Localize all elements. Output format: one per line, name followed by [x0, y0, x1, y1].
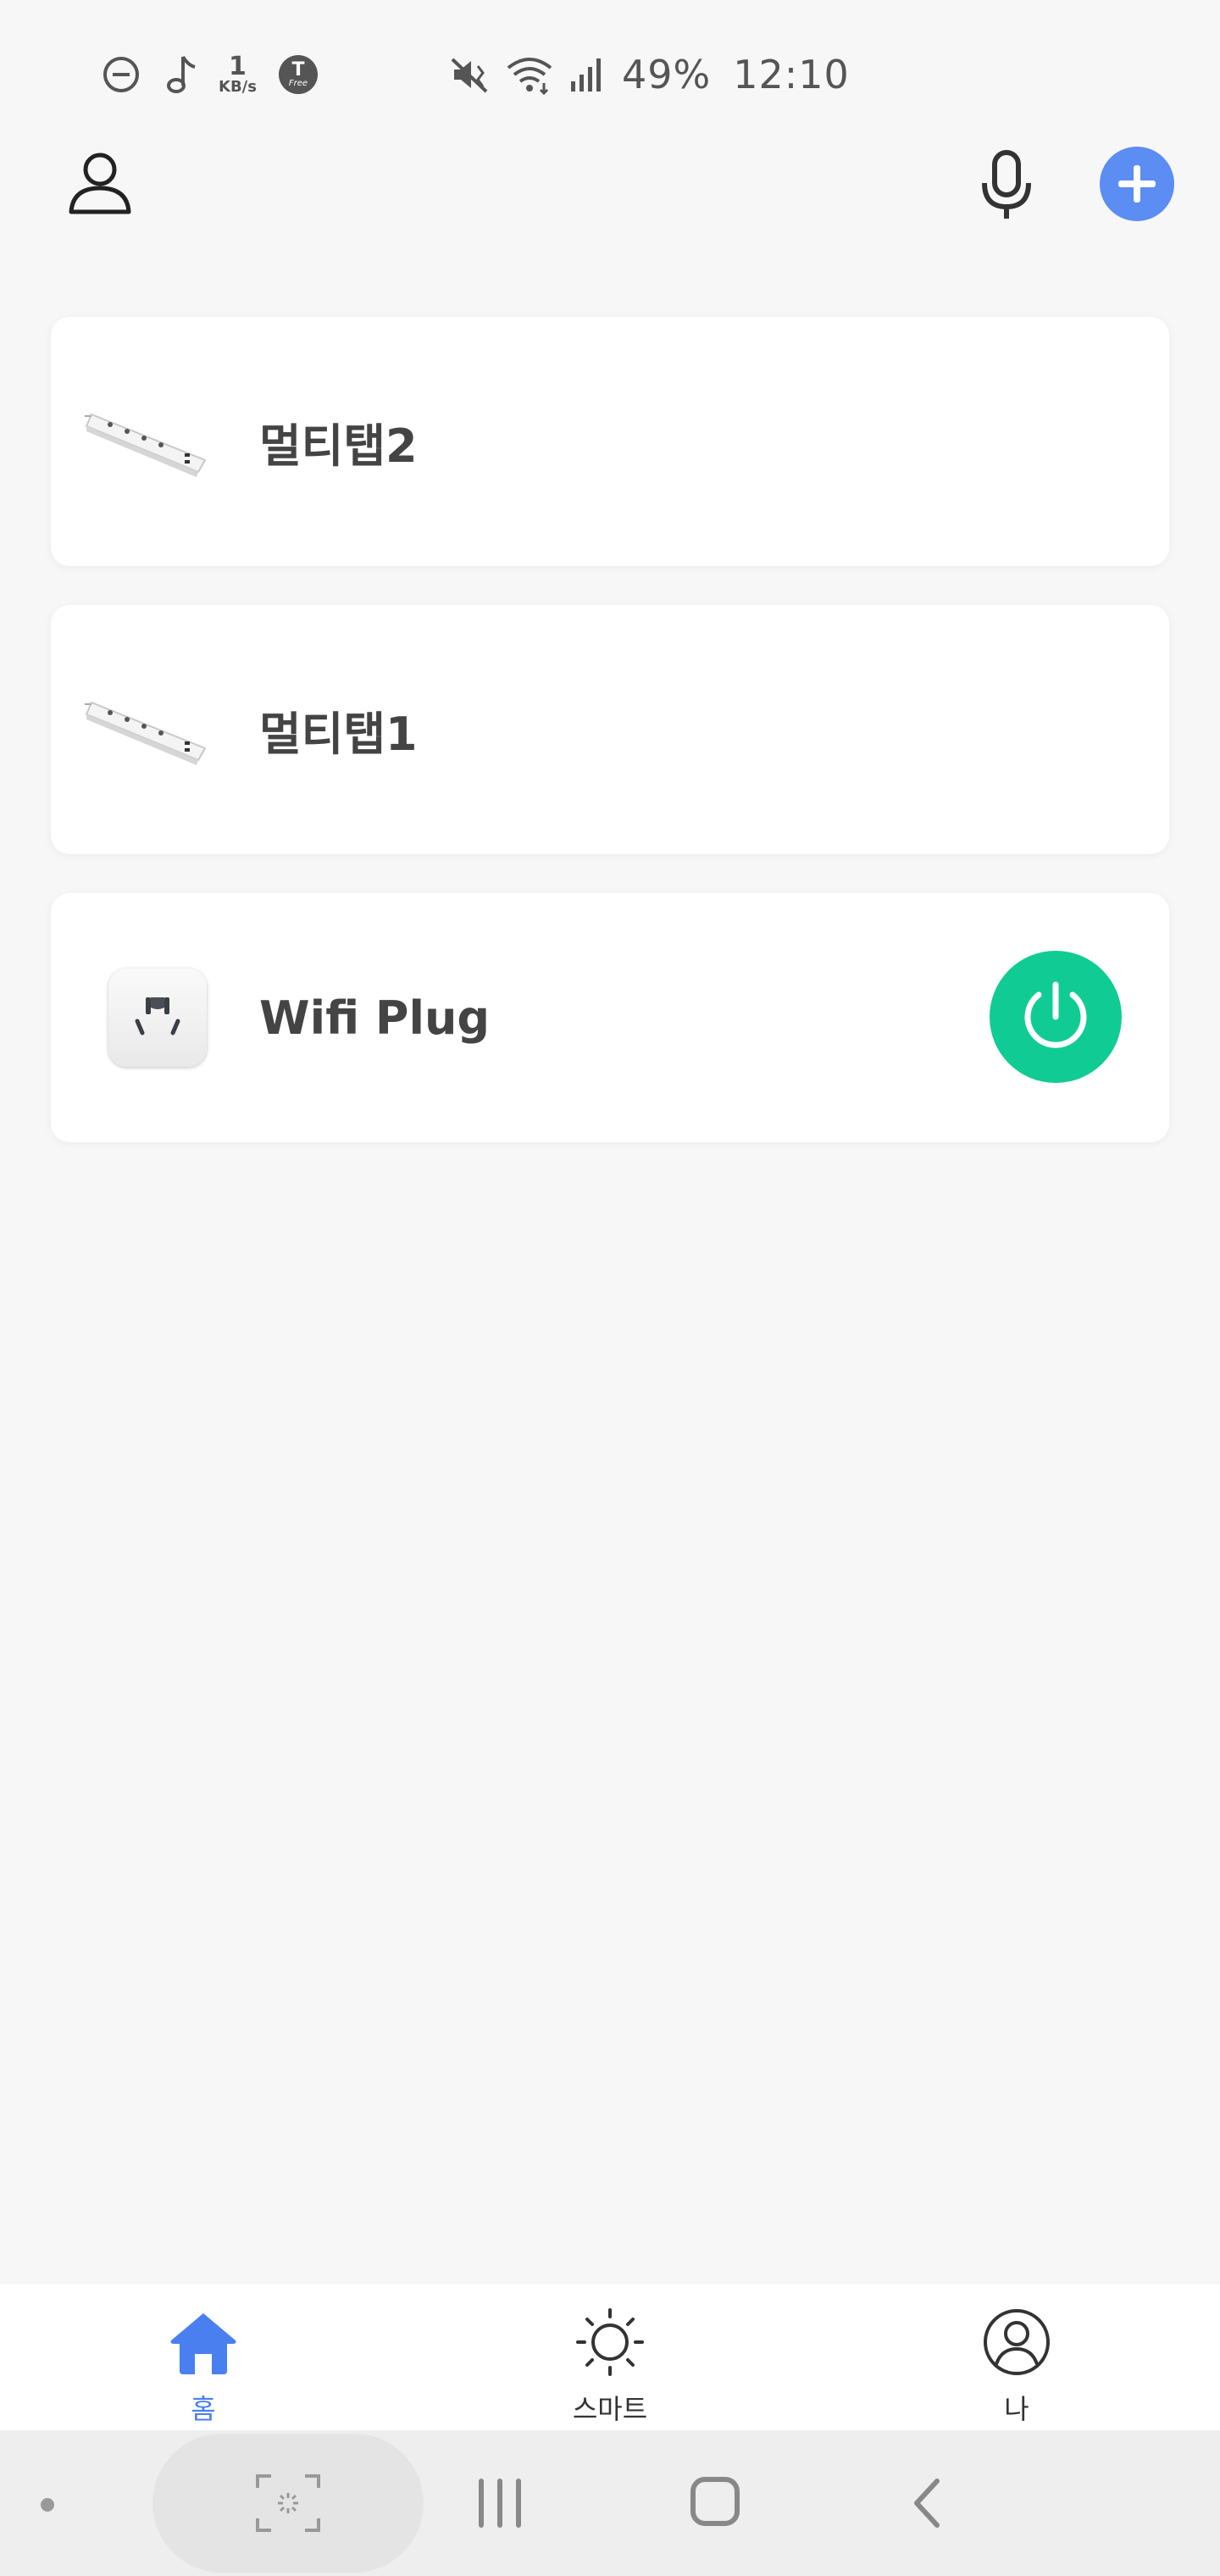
device-name: 멀티탭2: [259, 419, 418, 473]
tab-me[interactable]: 나: [932, 2285, 1101, 2430]
music-note-icon: [167, 55, 196, 93]
tfree-sub: Free: [288, 79, 308, 88]
tfree-icon: T Free: [278, 55, 318, 94]
tab-me-label: 나: [1004, 2393, 1029, 2425]
home-icon: [170, 2313, 236, 2374]
power-strip-image: [85, 413, 207, 477]
bottom-tab-bar: 홈 스마트 나: [0, 2285, 1220, 2430]
device-name: Wifi Plug: [259, 991, 491, 1045]
tab-smart-label: 스마트: [572, 2393, 648, 2425]
status-notifications: 1 KB/s T Free: [102, 49, 318, 100]
microphone-icon[interactable]: [973, 149, 1040, 220]
wifi-icon: [507, 58, 552, 95]
system-navigation-bar: [0, 2430, 1220, 2576]
network-speed: 1 KB/s: [219, 54, 257, 95]
do-not-disturb-icon: [103, 57, 139, 92]
home-button-icon[interactable]: [688, 2473, 742, 2530]
recent-apps-icon[interactable]: [474, 2474, 525, 2532]
clock: 12:10: [733, 52, 850, 97]
power-toggle-button[interactable]: [990, 951, 1122, 1083]
person-icon[interactable]: [64, 146, 136, 217]
sun-icon: [576, 2308, 644, 2376]
wall-plug-image: [108, 969, 207, 1067]
user-circle-icon: [984, 2309, 1050, 2375]
device-card[interactable]: 멀티탭2: [51, 317, 1169, 566]
network-speed-value: 1: [229, 52, 247, 81]
network-speed-unit: KB/s: [219, 78, 257, 96]
power-strip-image: [85, 701, 207, 765]
device-name: 멀티탭1: [259, 707, 418, 761]
battery-percentage: 49%: [622, 52, 712, 97]
tab-home[interactable]: 홈: [119, 2285, 288, 2430]
nav-dot-indicator: [41, 2498, 54, 2512]
screen-capture-button[interactable]: [152, 2434, 424, 2573]
signal-icon: [571, 58, 601, 92]
tab-smart[interactable]: 스마트: [525, 2285, 695, 2430]
tab-home-label: 홈: [191, 2393, 216, 2425]
screen-capture-icon: [256, 2474, 320, 2532]
status-bar: 1 KB/s T Free 49% 12:10: [0, 0, 1220, 144]
power-icon: [1024, 981, 1087, 1048]
add-device-button[interactable]: [1100, 147, 1174, 221]
mute-icon: [451, 58, 488, 93]
status-system: 49% 12:10: [449, 49, 850, 100]
device-card[interactable]: Wifi Plug: [51, 893, 1169, 1142]
back-icon[interactable]: [907, 2474, 949, 2532]
tfree-main: T: [291, 59, 305, 80]
device-card[interactable]: 멀티탭1: [51, 605, 1169, 854]
